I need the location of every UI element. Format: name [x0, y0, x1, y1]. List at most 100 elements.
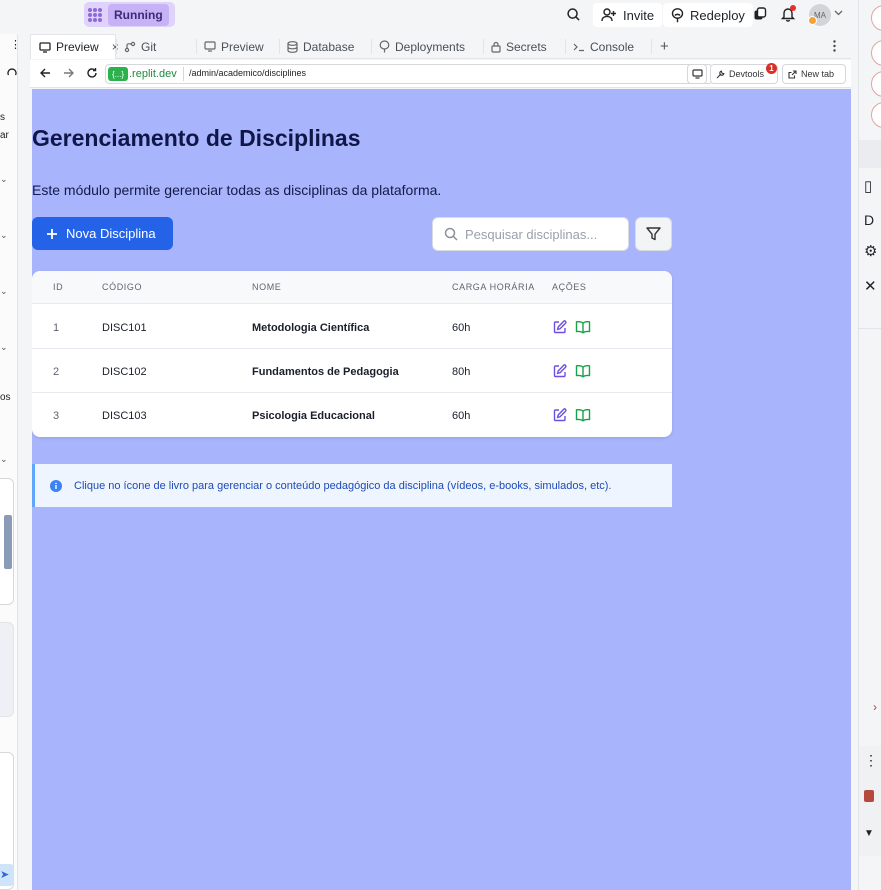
new-tab-label: New tab	[801, 69, 835, 79]
book-icon[interactable]	[575, 364, 591, 378]
tab-label: Git	[141, 39, 157, 54]
url-divider	[183, 67, 184, 81]
preview-frame: Gerenciamento de Disciplinas Este módulo…	[32, 89, 851, 890]
refresh-icon[interactable]	[7, 68, 17, 78]
column-header-actions: AÇÕES	[552, 282, 587, 292]
info-icon[interactable]	[871, 5, 881, 31]
replit-dev-icon: {...}	[108, 67, 128, 81]
info-icon	[50, 479, 62, 492]
tab-deployments[interactable]: Deployments	[371, 34, 483, 59]
chevron-right-icon[interactable]: ›	[873, 700, 877, 714]
search-input[interactable]	[465, 226, 615, 242]
address-bar[interactable]: {...} .replit.dev /admin/academico/disci…	[105, 64, 753, 84]
chevron-down-icon[interactable]: ⌄	[0, 342, 8, 353]
cell-id: 3	[53, 410, 60, 422]
sidebar-card	[0, 478, 14, 605]
reload-icon[interactable]	[86, 67, 98, 79]
close-icon[interactable]: ✕	[864, 277, 877, 295]
back-arrow-icon[interactable]	[40, 68, 51, 78]
cell-hours: 80h	[452, 366, 471, 378]
book-icon[interactable]	[575, 408, 591, 422]
copy-icon[interactable]	[753, 7, 767, 21]
invite-label: Invite	[623, 7, 655, 23]
cell-code: DISC102	[102, 366, 147, 378]
avatar-badge	[808, 16, 817, 25]
cell-code: DISC101	[102, 322, 147, 334]
tab-git[interactable]: Git	[116, 34, 196, 59]
sidebar-panel	[0, 622, 14, 717]
cell-name: Fundamentos de Pedagogia	[252, 366, 399, 378]
redeploy-button[interactable]: Redeploy	[663, 3, 753, 27]
chevron-down-icon[interactable]: ⌄	[0, 454, 8, 465]
cell-id: 1	[53, 322, 60, 334]
url-host-text: .replit.dev	[129, 68, 177, 80]
tab-console[interactable]: Console	[565, 34, 651, 59]
database-icon	[287, 40, 298, 53]
panel-icon[interactable]: ▯	[864, 177, 872, 195]
tab-preview-active[interactable]: Preview ×	[30, 34, 119, 59]
kebab-menu-icon[interactable]: ⋮	[10, 38, 17, 51]
new-discipline-button[interactable]: Nova Disciplina	[32, 217, 173, 250]
balloon-icon	[671, 7, 684, 23]
gear-icon[interactable]: ⚙	[864, 242, 877, 260]
edit-icon[interactable]	[553, 408, 567, 422]
page-description: Este módulo permite gerenciar todas as d…	[32, 182, 442, 198]
tab-divider	[651, 39, 652, 54]
right-fragment: D	[864, 212, 875, 228]
new-tab-button[interactable]: New tab	[782, 64, 846, 84]
edit-icon[interactable]	[553, 364, 567, 378]
running-status[interactable]: Running	[84, 2, 175, 27]
tab-preview[interactable]: Preview	[196, 34, 279, 59]
page-title: Gerenciamento de Disciplinas	[32, 125, 361, 151]
cell-hours: 60h	[452, 410, 471, 422]
search-icon	[444, 227, 458, 241]
tab-database[interactable]: Database	[279, 34, 371, 59]
tab-label: Preview	[56, 40, 99, 54]
sidebar-fragment-2: ar	[0, 130, 9, 141]
screen-size-button[interactable]	[687, 64, 707, 84]
url-bar: {...} .replit.dev /admin/academico/disci…	[30, 60, 851, 88]
monitor-icon	[39, 41, 51, 53]
checkbox-icon[interactable]	[864, 790, 874, 802]
filter-button[interactable]	[635, 217, 672, 251]
kebab-menu-icon[interactable]	[833, 40, 836, 52]
kebab-menu-icon[interactable]: ⋮	[864, 752, 878, 769]
thumbnail-image	[4, 515, 12, 569]
action-circle[interactable]	[871, 102, 881, 128]
monitor-icon	[204, 41, 216, 52]
tab-label: Console	[590, 39, 635, 54]
chevron-down-icon[interactable]: ▼	[864, 828, 874, 839]
info-text: Clique no ícone de livro para gerenciar …	[74, 479, 612, 492]
left-sidebar: ⋮ s ar ⌄ ⌄ ⌄ ⌄ os ⌄ ➤	[0, 34, 18, 890]
column-header-code: CÓDIGO	[102, 282, 143, 292]
send-icon[interactable]: ➤	[0, 864, 14, 886]
running-label: Running	[108, 3, 169, 26]
new-discipline-label: Nova Disciplina	[66, 226, 156, 241]
tab-secrets[interactable]: Secrets	[483, 34, 565, 59]
toolbar-block	[859, 140, 881, 168]
book-icon[interactable]	[575, 320, 591, 334]
balloon-icon	[379, 40, 390, 53]
wrench-icon	[716, 70, 725, 79]
invite-button[interactable]: Invite	[593, 3, 663, 27]
sidebar-fragment-3: os	[0, 392, 11, 403]
chevron-down-icon[interactable]: ⌄	[0, 286, 8, 297]
tab-label: Secrets	[506, 39, 547, 54]
add-tab-icon[interactable]: +	[660, 38, 669, 55]
chevron-down-icon[interactable]: ⌄	[0, 174, 8, 185]
sidebar-fragment-1: s	[0, 112, 5, 123]
search-icon[interactable]	[566, 7, 581, 22]
action-circle[interactable]	[871, 71, 881, 97]
redeploy-label: Redeploy	[690, 7, 745, 23]
forward-arrow-icon[interactable]	[63, 68, 74, 78]
cell-name: Psicologia Educacional	[252, 410, 375, 422]
chevron-down-icon[interactable]: ⌄	[0, 230, 8, 241]
cell-hours: 60h	[452, 322, 471, 334]
search-field[interactable]	[432, 217, 629, 251]
edit-icon[interactable]	[553, 320, 567, 334]
action-circle[interactable]	[871, 40, 881, 66]
lock-icon	[491, 41, 501, 53]
chevron-down-icon[interactable]	[834, 10, 843, 16]
top-bar: Running Invite Redeploy MA	[0, 0, 858, 30]
add-user-icon	[601, 8, 617, 22]
